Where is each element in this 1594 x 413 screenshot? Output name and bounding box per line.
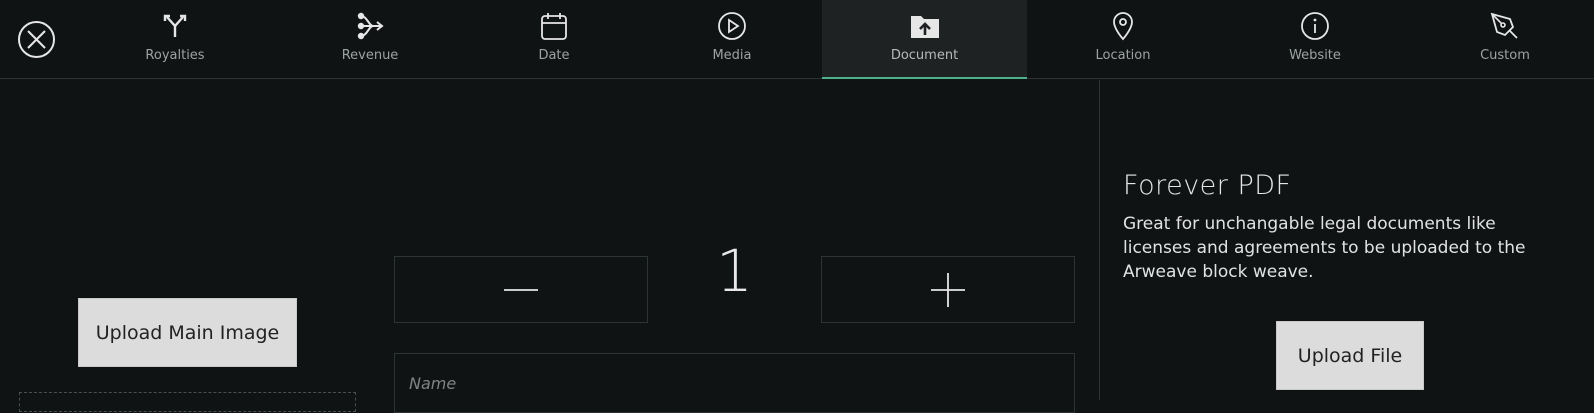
pen-tool-icon bbox=[1489, 9, 1521, 42]
info-description: Great for unchangable legal documents li… bbox=[1123, 214, 1526, 282]
tab-royalties[interactable]: Royalties bbox=[124, 0, 226, 79]
tab-label: Media bbox=[712, 48, 752, 63]
plus-icon bbox=[931, 272, 965, 307]
tab-date[interactable]: Date bbox=[503, 0, 605, 79]
panel-divider bbox=[1099, 80, 1100, 400]
calendar-icon bbox=[540, 9, 568, 42]
upload-main-image-button[interactable]: Upload Main Image bbox=[78, 298, 297, 367]
top-nav-bar: Royalties Revenue Date Media Document Lo… bbox=[0, 0, 1594, 79]
tab-label: Location bbox=[1095, 48, 1151, 63]
close-icon bbox=[27, 30, 46, 49]
tab-label: Date bbox=[538, 48, 570, 63]
info-title: Forever PDF bbox=[1123, 170, 1292, 201]
tab-label: Document bbox=[890, 48, 959, 63]
name-input[interactable] bbox=[394, 353, 1075, 413]
tab-custom[interactable]: Custom bbox=[1454, 0, 1556, 79]
distribution-icon bbox=[355, 9, 385, 42]
map-pin-icon bbox=[1111, 9, 1135, 42]
folder-upload-icon bbox=[910, 9, 940, 42]
decrement-button[interactable] bbox=[394, 256, 648, 323]
tab-website[interactable]: Website bbox=[1264, 0, 1366, 79]
increment-button[interactable] bbox=[821, 256, 1075, 323]
tab-label: Custom bbox=[1480, 48, 1530, 63]
tab-label: Website bbox=[1289, 48, 1341, 63]
play-circle-icon bbox=[717, 9, 747, 42]
tab-label: Royalties bbox=[145, 48, 205, 63]
tab-media[interactable]: Media bbox=[681, 0, 783, 79]
close-button[interactable] bbox=[18, 21, 55, 58]
upload-file-button[interactable]: Upload File bbox=[1276, 321, 1424, 390]
tab-label: Revenue bbox=[341, 48, 399, 63]
image-dropzone[interactable] bbox=[19, 392, 356, 412]
tab-location[interactable]: Location bbox=[1072, 0, 1174, 79]
minus-icon bbox=[504, 288, 538, 291]
tab-document[interactable]: Document bbox=[822, 0, 1027, 79]
tab-revenue[interactable]: Revenue bbox=[319, 0, 421, 79]
split-arrows-icon bbox=[162, 9, 188, 42]
info-circle-icon bbox=[1300, 9, 1330, 42]
quantity-value: 1 bbox=[716, 237, 753, 305]
